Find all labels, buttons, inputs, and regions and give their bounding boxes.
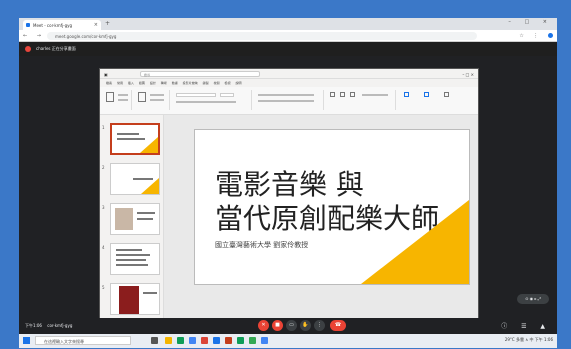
- file-explorer-icon[interactable]: [165, 337, 172, 344]
- shapes-icon[interactable]: [330, 92, 335, 97]
- screen-frame: Meet - cor-kmfj-gyg × + – □ × ← → ⟳ meet…: [19, 18, 557, 348]
- designer-icon[interactable]: [424, 92, 429, 97]
- ppt-app-icon: ▣: [104, 72, 108, 77]
- camera-off-button[interactable]: ■: [272, 320, 283, 331]
- thumb-accent-triangle: [141, 178, 159, 194]
- dictate-icon[interactable]: [404, 92, 409, 97]
- app-icon[interactable]: [261, 337, 268, 344]
- font-name-box[interactable]: [176, 93, 216, 97]
- tab-title: Meet - cor-kmfj-gyg: [33, 23, 73, 28]
- slide-thumbnail-4[interactable]: [110, 243, 160, 275]
- thumb-number: 3: [102, 205, 105, 210]
- font-size-box[interactable]: [220, 93, 234, 97]
- ribbon-group-clipboard[interactable]: [102, 90, 132, 110]
- powerpoint-icon[interactable]: [225, 337, 232, 344]
- edge-icon[interactable]: [213, 337, 220, 344]
- system-tray[interactable]: 29°C 多雲 ∧ 中 下午 1:06: [505, 337, 553, 343]
- meet-presenting-bar: charles 正在分享畫面: [19, 42, 557, 56]
- ppt-menu-bar[interactable]: 檔案 常用 插入 繪圖 設計 轉場 動畫 投影片放映 錄製 校閱 檢視 說明: [100, 79, 478, 87]
- thumb-number: 2: [102, 165, 105, 170]
- meeting-info: 下午1:06 cor-kmfj-gyg: [25, 323, 72, 329]
- slide-accent-triangle: [361, 200, 469, 284]
- captions-button[interactable]: ▭: [286, 320, 297, 331]
- bookmark-icon[interactable]: ☆ ⋮: [519, 33, 542, 39]
- paste-icon[interactable]: [106, 92, 114, 102]
- profile-avatar[interactable]: [548, 33, 553, 38]
- new-tab-button[interactable]: +: [105, 20, 110, 27]
- thumb-number: 5: [102, 285, 105, 290]
- mic-off-button[interactable]: ✕: [258, 320, 269, 331]
- slide-thumbnail-3[interactable]: [110, 203, 160, 235]
- app-icon[interactable]: [189, 337, 196, 344]
- slide-subtitle[interactable]: 國立臺灣藝術大學 劉家伶教授: [215, 240, 308, 250]
- portrait-photo: [115, 208, 133, 230]
- ribbon-group-slides[interactable]: [134, 90, 170, 110]
- slide-thumbnails: 1 2 3 4 5: [100, 115, 164, 325]
- arrange-icon[interactable]: [340, 92, 345, 97]
- meet-side-actions[interactable]: ⓘ ☰ ▲: [501, 321, 551, 330]
- ppt-ribbon: [100, 87, 478, 115]
- slide-thumbnail-5[interactable]: [110, 283, 160, 315]
- thumb-number: 1: [102, 125, 105, 130]
- addins-icon[interactable]: [444, 92, 449, 97]
- slide-thumbnail-1[interactable]: [110, 123, 160, 155]
- presenting-label: charles 正在分享畫面: [36, 46, 76, 51]
- windows-start-icon[interactable]: [23, 337, 30, 344]
- shared-screen: ▣ 搜尋 – □ × 檔案 常用 插入 繪圖 設計 轉場 動畫 投影片放映 錄製…: [99, 68, 479, 326]
- new-slide-icon[interactable]: [138, 92, 146, 102]
- raise-hand-button[interactable]: ✋: [300, 320, 311, 331]
- browser-actions[interactable]: ☆ ⋮: [519, 33, 553, 39]
- ribbon-group-paragraph[interactable]: [254, 90, 324, 110]
- slide-canvas: 電影音樂 與 當代原創配樂大師 國立臺灣藝術大學 劉家伶教授: [164, 115, 478, 325]
- current-slide[interactable]: 電影音樂 與 當代原創配樂大師 國立臺灣藝術大學 劉家伶教授: [194, 129, 470, 285]
- windows-taskbar: 在這裡輸入文字來搜尋 29°C 多雲 ∧ 中 下午 1:06: [19, 334, 557, 348]
- meet-favicon-icon: [26, 23, 30, 27]
- chrome-icon[interactable]: [249, 337, 256, 344]
- taskbar-search-box[interactable]: 在這裡輸入文字來搜尋: [35, 336, 131, 345]
- meeting-code: cor-kmfj-gyg: [47, 323, 73, 328]
- presenting-icon: [25, 46, 31, 52]
- poster-image: [119, 286, 139, 314]
- app-icon[interactable]: [177, 337, 184, 344]
- app-icon[interactable]: [201, 337, 208, 344]
- browser-tab[interactable]: Meet - cor-kmfj-gyg ×: [23, 20, 101, 30]
- app-icon[interactable]: [237, 337, 244, 344]
- leave-call-button[interactable]: ☎: [330, 320, 346, 331]
- meeting-time: 下午1:06: [25, 323, 42, 328]
- quick-styles-icon[interactable]: [350, 92, 355, 97]
- ppt-search-box[interactable]: 搜尋: [140, 71, 260, 77]
- self-view-controls[interactable]: ⊙ ◉ ▸ ⤢: [517, 294, 549, 304]
- address-bar-row: ← → ⟳ meet.google.com/cor-kmfj-gyg ☆ ⋮: [19, 30, 557, 42]
- window-controls[interactable]: – □ ×: [508, 19, 553, 25]
- slide-thumbnail-2[interactable]: [110, 163, 160, 195]
- ppt-title-bar: ▣ 搜尋 – □ ×: [100, 69, 478, 79]
- browser-tab-bar: Meet - cor-kmfj-gyg × + – □ ×: [19, 18, 557, 30]
- ppt-search-placeholder: 搜尋: [144, 73, 151, 77]
- ribbon-group-font[interactable]: [172, 90, 252, 110]
- ppt-window-controls[interactable]: – □ ×: [462, 72, 474, 77]
- ribbon-group-drawing[interactable]: [326, 90, 396, 110]
- meet-control-bar: 下午1:06 cor-kmfj-gyg ✕ ■ ▭ ✋ ⋮ ☎ ⓘ ☰ ▲: [19, 318, 557, 334]
- url-field[interactable]: meet.google.com/cor-kmfj-gyg: [47, 32, 477, 40]
- thumb-number: 4: [102, 245, 105, 250]
- thumb-accent-triangle: [140, 137, 158, 153]
- close-tab-icon[interactable]: ×: [94, 22, 98, 28]
- task-view-icon[interactable]: [151, 337, 158, 344]
- ribbon-group-editing[interactable]: [398, 90, 476, 110]
- more-options-button[interactable]: ⋮: [314, 320, 325, 331]
